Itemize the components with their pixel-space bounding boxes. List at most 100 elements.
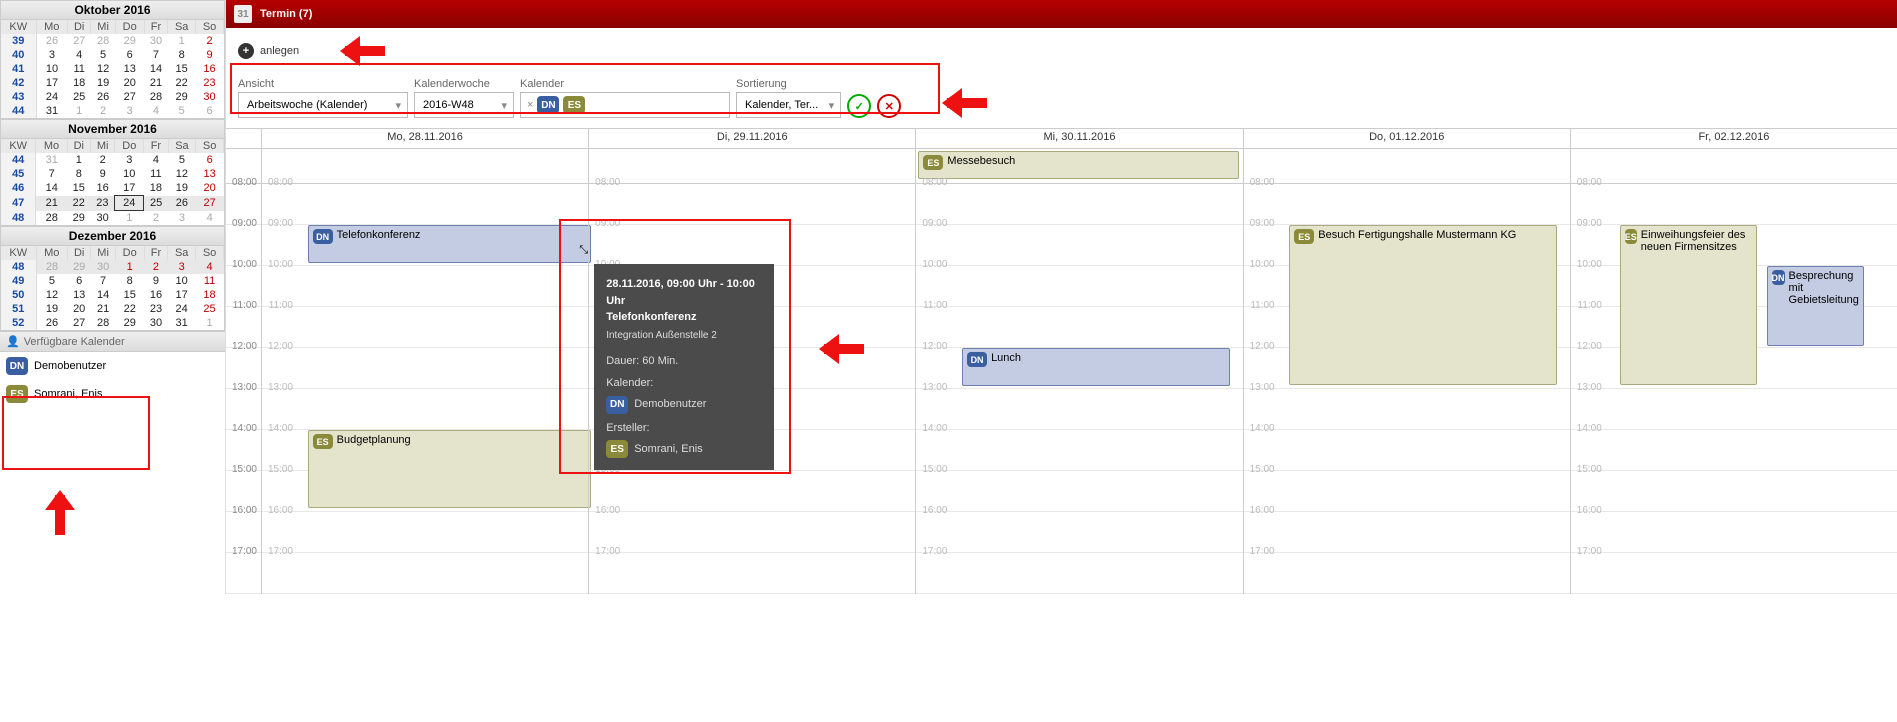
day-cell[interactable]: 13 — [115, 62, 144, 76]
day-cell[interactable]: 22 — [168, 76, 196, 90]
day-cell[interactable]: 2 — [196, 34, 224, 48]
week-number[interactable]: 48 — [1, 260, 36, 274]
day-cell[interactable]: 2 — [91, 104, 115, 118]
day-cell[interactable]: 26 — [168, 196, 196, 211]
event[interactable]: ESEinweihungsfeier des neuen Firmensitze… — [1620, 225, 1757, 385]
day-cell[interactable]: 19 — [168, 181, 196, 196]
day-cell[interactable]: 24 — [168, 302, 196, 316]
day-cell[interactable]: 28 — [91, 316, 115, 330]
day-cell[interactable]: 5 — [168, 153, 196, 167]
day-cell[interactable]: 25 — [67, 90, 91, 104]
day-cell[interactable]: 15 — [168, 62, 196, 76]
day-cell[interactable]: 21 — [144, 76, 168, 90]
event[interactable]: ESBesuch Fertigungshalle Mustermann KG — [1289, 225, 1556, 385]
day-cell[interactable]: 24 — [36, 90, 67, 104]
day-cell[interactable]: 29 — [168, 90, 196, 104]
day-cell[interactable]: 29 — [115, 316, 144, 330]
day-cell[interactable]: 29 — [67, 260, 91, 274]
day-cell[interactable]: 3 — [168, 260, 196, 274]
create-link[interactable]: anlegen — [260, 45, 299, 57]
day-cell[interactable]: 6 — [196, 104, 224, 118]
day-cell[interactable]: 30 — [196, 90, 224, 104]
week-number[interactable]: 41 — [1, 62, 36, 76]
day-cell[interactable]: 27 — [67, 34, 91, 48]
day-cell[interactable]: 5 — [168, 104, 196, 118]
day-cell[interactable]: 1 — [115, 211, 144, 226]
day-cell[interactable]: 1 — [67, 153, 90, 167]
day-column[interactable]: Di, 29.11.201608:0009:0010:0011:0012:001… — [588, 129, 915, 594]
day-cell[interactable]: 27 — [67, 316, 91, 330]
day-cell[interactable]: 17 — [115, 181, 144, 196]
day-column[interactable]: Do, 01.12.201608:0009:0010:0011:0012:001… — [1243, 129, 1570, 594]
day-cell[interactable]: 25 — [196, 302, 224, 316]
week-number[interactable]: 49 — [1, 274, 36, 288]
event[interactable]: DNTelefonkonferenz — [308, 225, 592, 263]
day-cell[interactable]: 4 — [144, 104, 168, 118]
day-cell[interactable]: 9 — [144, 274, 168, 288]
day-cell[interactable]: 1 — [168, 34, 196, 48]
week-number[interactable]: 52 — [1, 316, 36, 330]
day-cell[interactable]: 22 — [67, 196, 90, 211]
day-cell[interactable]: 18 — [67, 76, 91, 90]
day-cell[interactable]: 6 — [67, 274, 91, 288]
week-number[interactable]: 43 — [1, 90, 36, 104]
day-cell[interactable]: 11 — [144, 167, 168, 181]
day-cell[interactable]: 9 — [90, 167, 114, 181]
week-number[interactable]: 50 — [1, 288, 36, 302]
day-cell[interactable]: 6 — [115, 48, 144, 62]
day-cell[interactable]: 31 — [36, 104, 67, 118]
day-cell[interactable]: 13 — [67, 288, 91, 302]
day-cell[interactable]: 31 — [36, 153, 67, 167]
day-cell[interactable]: 4 — [67, 48, 91, 62]
day-cell[interactable]: 27 — [115, 90, 144, 104]
day-cell[interactable]: 10 — [36, 62, 67, 76]
day-cell[interactable]: 31 — [168, 316, 196, 330]
day-cell[interactable]: 30 — [144, 34, 168, 48]
day-cell[interactable]: 5 — [91, 48, 115, 62]
day-cell[interactable]: 14 — [144, 62, 168, 76]
day-cell[interactable]: 16 — [144, 288, 168, 302]
day-cell[interactable]: 20 — [115, 76, 144, 90]
day-cell[interactable]: 21 — [36, 196, 67, 211]
allday-event[interactable]: ESMessebesuch — [918, 151, 1238, 179]
day-cell[interactable]: 23 — [90, 196, 114, 211]
day-cell[interactable]: 24 — [115, 196, 144, 211]
day-cell[interactable]: 20 — [67, 302, 91, 316]
day-column[interactable]: Fr, 02.12.201608:0009:0010:0011:0012:001… — [1570, 129, 1897, 594]
day-cell[interactable]: 20 — [196, 181, 224, 196]
day-cell[interactable]: 11 — [196, 274, 224, 288]
day-column[interactable]: Mi, 30.11.2016ESMessebesuch08:0009:0010:… — [915, 129, 1242, 594]
day-cell[interactable]: 28 — [36, 211, 67, 226]
day-cell[interactable]: 18 — [144, 181, 168, 196]
week-number[interactable]: 44 — [1, 104, 36, 118]
filter-view-select[interactable]: Arbeitswoche (Kalender) — [238, 92, 408, 118]
week-number[interactable]: 42 — [1, 76, 36, 90]
day-cell[interactable]: 4 — [196, 260, 224, 274]
day-cell[interactable]: 18 — [196, 288, 224, 302]
day-cell[interactable]: 8 — [115, 274, 144, 288]
day-cell[interactable]: 28 — [91, 34, 115, 48]
day-cell[interactable]: 29 — [115, 34, 144, 48]
day-cell[interactable]: 26 — [36, 34, 67, 48]
day-cell[interactable]: 7 — [144, 48, 168, 62]
week-number[interactable]: 51 — [1, 302, 36, 316]
day-cell[interactable]: 16 — [196, 62, 224, 76]
day-cell[interactable]: 22 — [115, 302, 144, 316]
day-cell[interactable]: 28 — [36, 260, 67, 274]
day-cell[interactable]: 19 — [91, 76, 115, 90]
day-cell[interactable]: 15 — [67, 181, 90, 196]
filter-cal-box[interactable]: × DN ES — [520, 92, 730, 118]
day-cell[interactable]: 3 — [168, 211, 196, 226]
day-column[interactable]: Mo, 28.11.201608:0009:0010:0011:0012:001… — [261, 129, 588, 594]
day-cell[interactable]: 30 — [90, 211, 114, 226]
day-cell[interactable]: 3 — [115, 153, 144, 167]
week-number[interactable]: 39 — [1, 34, 36, 48]
day-cell[interactable]: 25 — [144, 196, 168, 211]
event[interactable]: ESBudgetplanung — [308, 430, 592, 508]
day-cell[interactable]: 2 — [144, 260, 168, 274]
day-cell[interactable]: 30 — [91, 260, 115, 274]
clear-icon[interactable]: × — [527, 99, 533, 111]
week-number[interactable]: 46 — [1, 181, 36, 196]
day-cell[interactable]: 26 — [36, 316, 67, 330]
day-cell[interactable]: 7 — [91, 274, 115, 288]
